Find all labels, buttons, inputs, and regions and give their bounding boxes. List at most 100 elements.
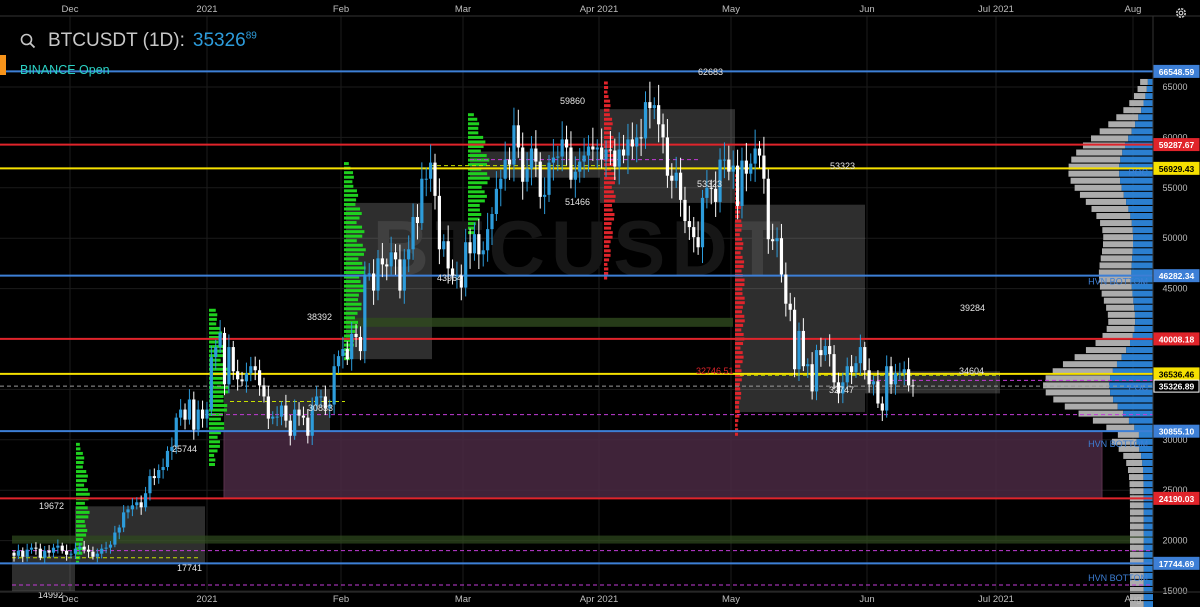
candle-body [104, 547, 108, 549]
symbol-header: BTCUSDT (1D): 3532689 [22, 26, 257, 56]
profile-bar-up [1129, 530, 1144, 537]
candle-body [113, 532, 117, 545]
time-label-bottom: Feb [333, 594, 349, 605]
gear-icon[interactable] [1174, 6, 1188, 20]
profile-bar-up [1096, 213, 1131, 220]
side-profile-bar [209, 340, 219, 344]
price-axis: 6500060000550005000045000400003500030000… [1152, 16, 1200, 596]
profile-bar-down [1123, 410, 1153, 417]
side-profile-bar [468, 163, 487, 167]
candle-body [569, 147, 573, 180]
time-label-top: Jun [859, 4, 874, 15]
candle-body [214, 347, 218, 358]
side-profile-bar [604, 185, 612, 189]
candle-body [117, 527, 121, 533]
side-profile-bar [344, 316, 355, 320]
candle-body [621, 149, 626, 156]
candle-body [244, 373, 249, 382]
side-profile-bar [344, 207, 361, 211]
price-level-label: 66548.59 [1159, 67, 1195, 77]
side-profile-bar [735, 278, 745, 282]
price-annotation: 19672 [39, 501, 64, 511]
side-profile-bar [604, 190, 614, 194]
candle-body [279, 405, 284, 417]
price-chart[interactable]: BTCUSDT 62683 59860 53323 53323 51466 43964 383… [0, 0, 1200, 607]
candle-body [902, 369, 906, 374]
profile-bar-down [1130, 340, 1153, 347]
side-profile-bar [76, 538, 84, 542]
candle-body [779, 238, 784, 275]
profile-bar-up [1103, 297, 1134, 304]
candle-body [231, 347, 235, 372]
profile-bar-up [1045, 389, 1111, 396]
exchange-status-text: BINANCE Open [20, 63, 110, 77]
side-profile-bar [468, 131, 479, 135]
level-tag: POC [1128, 168, 1148, 178]
candle-body [179, 409, 183, 418]
candle-body [521, 147, 525, 182]
profile-bar-down [1113, 396, 1153, 403]
candle-body [60, 545, 64, 551]
candle-body [749, 163, 753, 174]
profile-bar-down [1143, 594, 1153, 601]
profile-bar-up [1091, 135, 1129, 142]
support-band [12, 535, 1152, 544]
profile-bar-down [1138, 114, 1153, 121]
side-profile-bar [76, 479, 87, 483]
side-profile-bar [735, 260, 745, 264]
profile-bar-up [1068, 170, 1120, 177]
profile-bar-down [1142, 459, 1153, 466]
profile-bar-down [1130, 213, 1153, 220]
candle-body [486, 229, 490, 251]
candle-body [665, 137, 670, 176]
candle-body [73, 548, 77, 554]
profile-bar-up [1123, 107, 1142, 114]
side-profile-bar [604, 122, 613, 126]
profile-bar-down [1143, 544, 1153, 551]
side-profile-bar [604, 253, 611, 257]
candle-body [130, 505, 135, 510]
time-label-top: Aug [1125, 4, 1142, 15]
time-label-bottom: 2021 [196, 594, 217, 605]
profile-bar-down [1122, 149, 1153, 156]
side-profile-bar [76, 460, 84, 464]
side-profile-bar [76, 488, 88, 492]
candle-body [367, 273, 371, 275]
time-label-bottom: Aug [1125, 594, 1142, 605]
side-profile-bar [735, 423, 738, 427]
side-profile-bar [209, 458, 216, 462]
price-annotation: 59860 [560, 96, 585, 106]
side-profile-bar [344, 221, 357, 225]
candle-body [12, 552, 16, 556]
side-profile-bar [209, 422, 225, 426]
price-annotation: 32746.51 [696, 366, 734, 376]
side-profile-bar [735, 387, 741, 391]
profile-bar-down [1132, 248, 1153, 255]
price-level-label: 46282.34 [1159, 271, 1195, 281]
profile-bar-down [1131, 128, 1153, 135]
candle-body [819, 350, 823, 356]
side-profile-bar [76, 442, 80, 446]
side-profile-bar [735, 310, 743, 314]
time-label-top: May [722, 4, 740, 15]
candle-body [714, 188, 718, 202]
candle-body [472, 234, 477, 254]
side-profile-bar [604, 267, 609, 271]
profile-bar-up [1103, 234, 1134, 241]
profile-bar-down [1138, 431, 1153, 438]
candle-body [433, 162, 437, 196]
candle-body [16, 550, 20, 556]
candle-body [385, 264, 389, 267]
profile-bar-down [1143, 565, 1153, 572]
side-profile-bar [76, 451, 83, 455]
candle-body [586, 146, 591, 156]
candle-body [442, 241, 446, 250]
candle-body [86, 549, 91, 552]
side-profile-bar [344, 298, 359, 302]
candle-body [108, 544, 113, 548]
profile-bar-up [1074, 354, 1122, 361]
candle-body [65, 550, 69, 555]
profile-bar-down [1126, 347, 1153, 354]
candle-body [47, 550, 51, 553]
candle-body [828, 346, 832, 355]
